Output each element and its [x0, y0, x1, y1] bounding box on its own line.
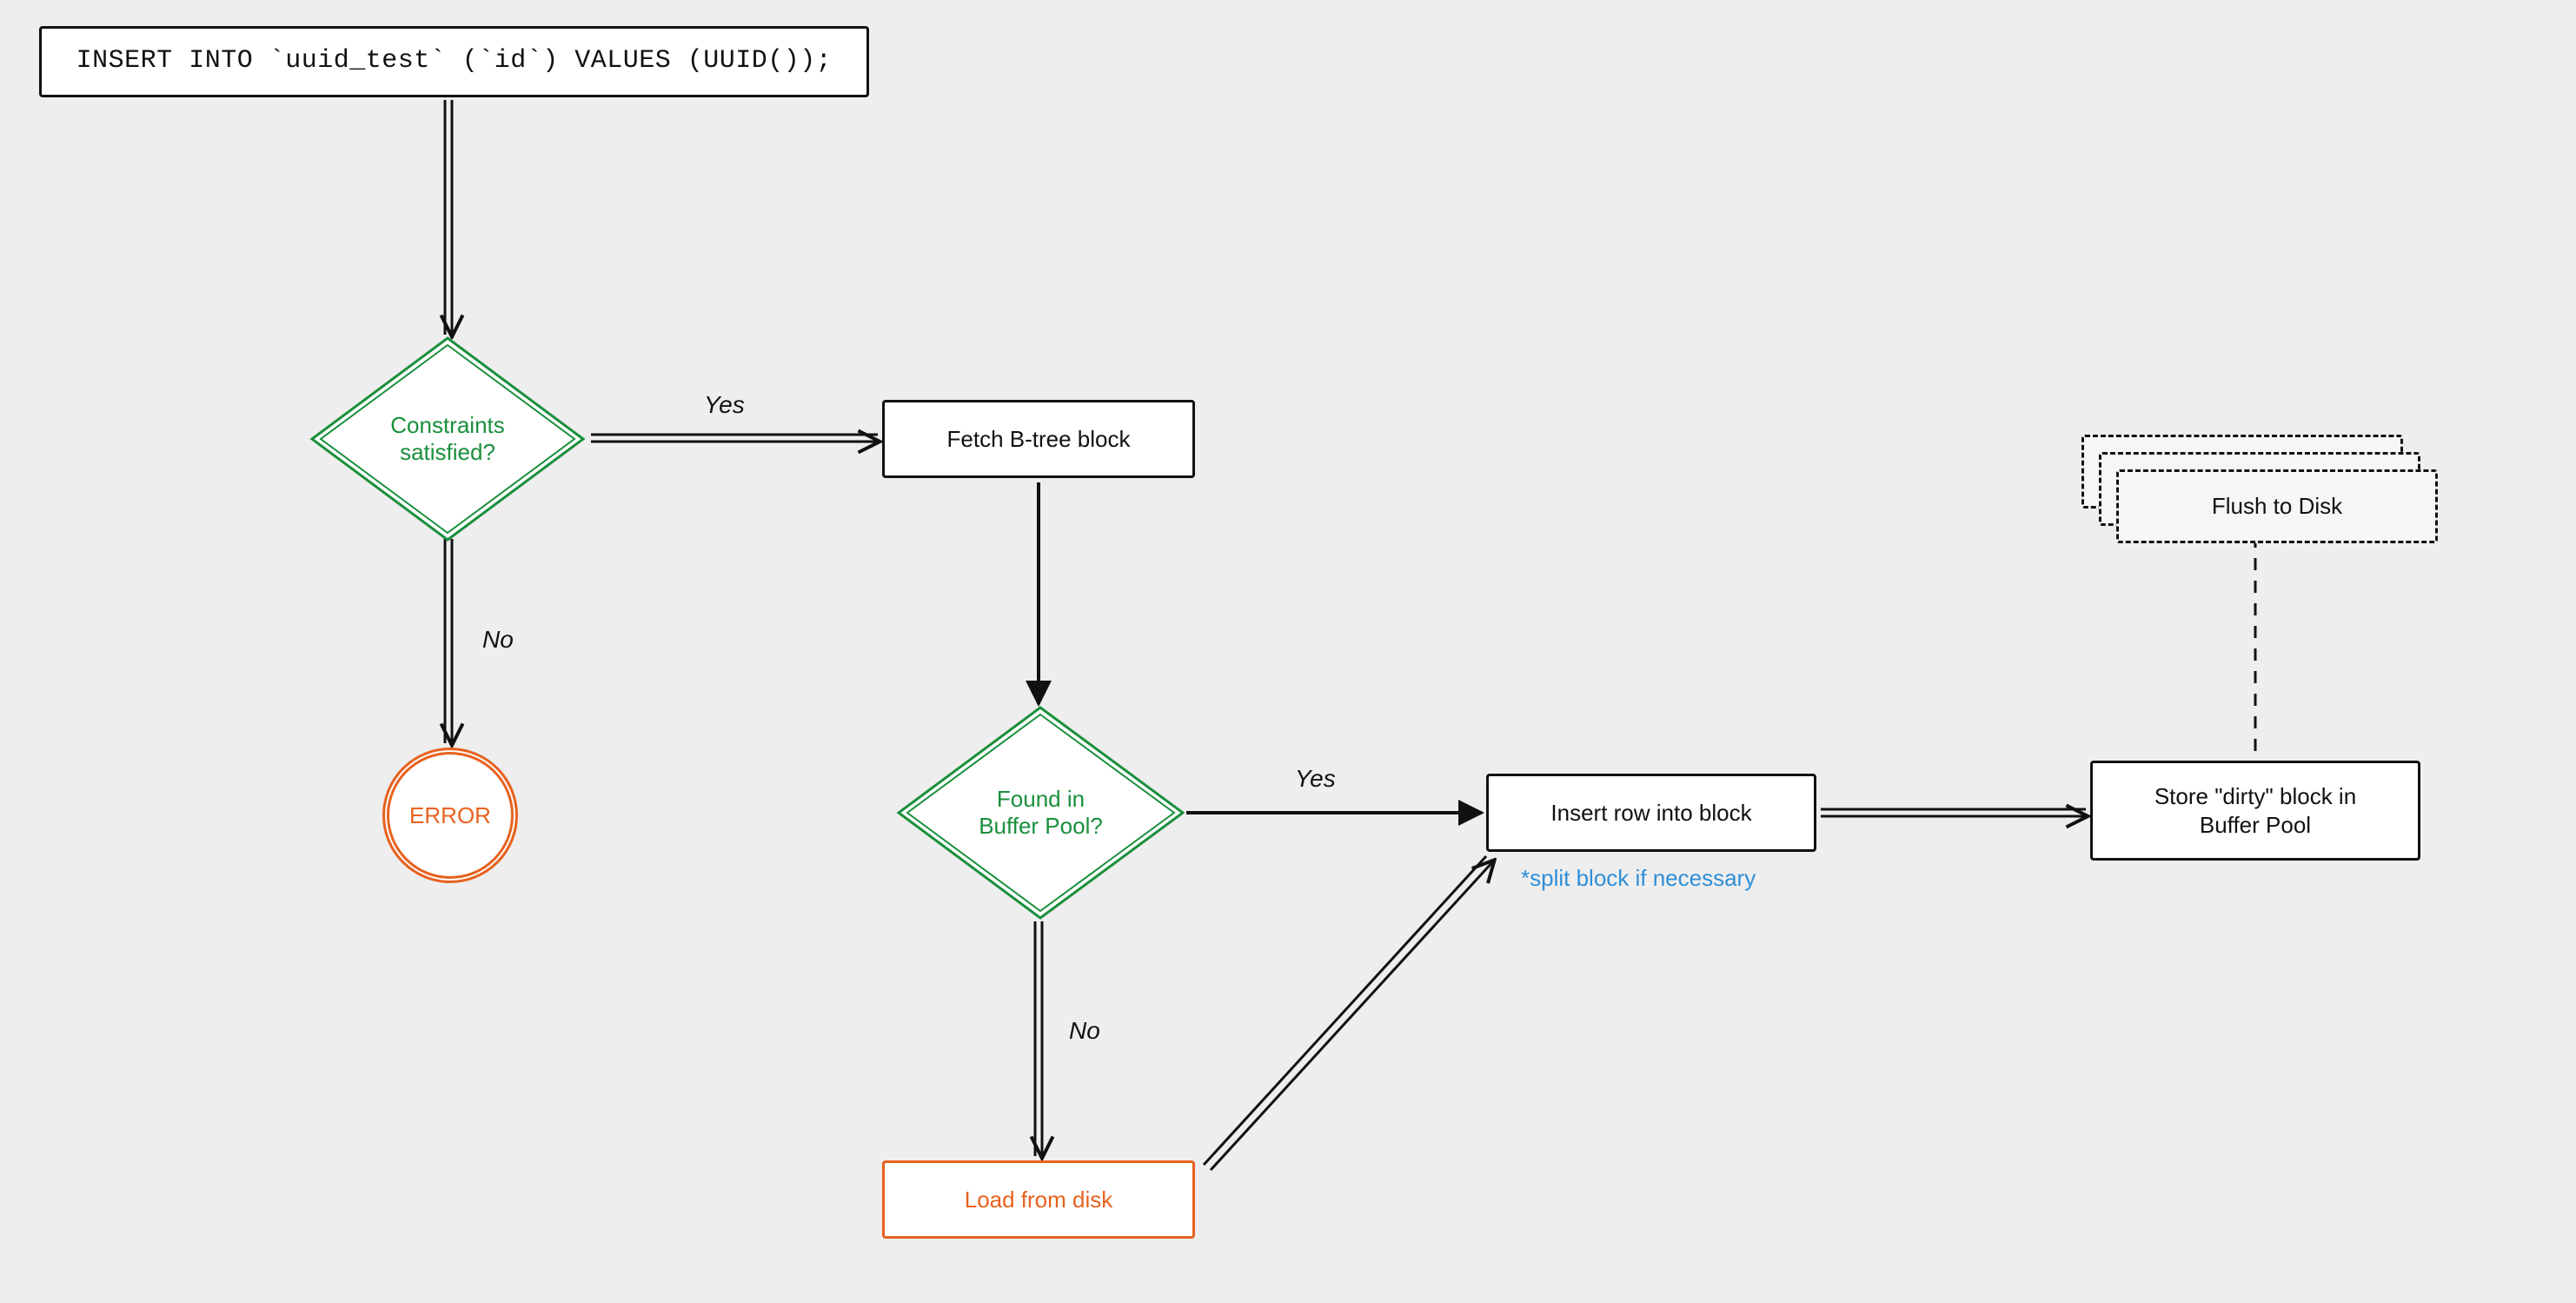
node-insert-text: Insert row into block: [1550, 799, 1751, 828]
node-found-label: Found in Buffer Pool?: [895, 704, 1186, 921]
node-flush-text: Flush to Disk: [2212, 492, 2342, 521]
node-load-text: Load from disk: [965, 1186, 1113, 1214]
edge-load-to-insert: [1204, 856, 1493, 1170]
node-insert-row: Insert row into block: [1486, 774, 1816, 852]
node-load-from-disk: Load from disk: [882, 1160, 1195, 1239]
edge-sql-to-constraints: [445, 100, 452, 335]
node-sql-statement-text: INSERT INTO `uuid_test` (`id`) VALUES (U…: [76, 45, 833, 78]
node-sql-statement: INSERT INTO `uuid_test` (`id`) VALUES (U…: [39, 26, 869, 97]
node-found-decision: Found in Buffer Pool?: [895, 704, 1186, 921]
edge-label-constraints-yes: Yes: [704, 391, 745, 419]
edge-label-found-no: No: [1069, 1017, 1100, 1045]
edge-constraints-no: [445, 539, 452, 743]
edge-insert-to-store: [1821, 809, 2086, 816]
edge-constraints-yes: [591, 435, 878, 442]
node-fetch-btree: Fetch B-tree block: [882, 400, 1195, 478]
node-constraints-decision: Constraints satisfied?: [309, 335, 587, 543]
node-fetch-btree-text: Fetch B-tree block: [947, 425, 1131, 454]
node-store-dirty: Store "dirty" block in Buffer Pool: [2090, 761, 2420, 861]
edge-label-constraints-no: No: [482, 626, 514, 654]
node-store-text: Store "dirty" block in Buffer Pool: [2154, 782, 2356, 839]
node-error-text: ERROR: [409, 802, 491, 829]
note-split-block: *split block if necessary: [1521, 865, 1756, 892]
edges-layer: [0, 0, 2576, 1303]
node-constraints-label: Constraints satisfied?: [309, 335, 587, 543]
node-flush-to-disk: Flush to Disk: [2116, 469, 2438, 543]
edge-label-found-yes: Yes: [1295, 765, 1336, 793]
edge-found-no: [1035, 921, 1042, 1156]
flowchart-canvas: INSERT INTO `uuid_test` (`id`) VALUES (U…: [0, 0, 2576, 1303]
node-error: ERROR: [382, 748, 518, 883]
